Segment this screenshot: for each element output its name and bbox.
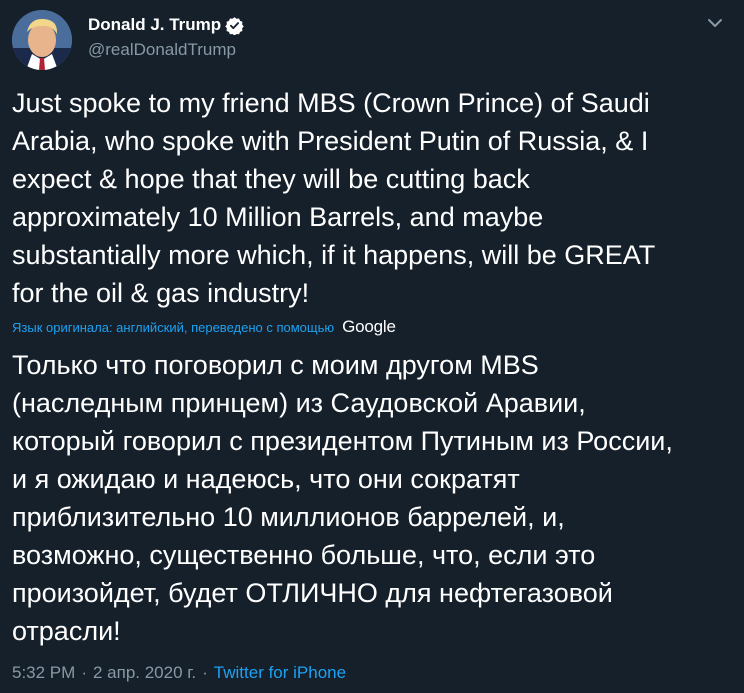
google-logo: Google [342,317,396,336]
chevron-down-icon[interactable] [704,12,726,34]
translation-attribution: Язык оригинала: английский, переведено с… [12,316,396,338]
meta-separator: · [202,663,208,682]
translated-tweet-text: Только что поговорил с моим другом MBS (… [12,350,673,646]
author-handle[interactable]: @realDonaldTrump [88,40,244,60]
tweet-header: Donald J. Trump @realDonaldTrump [12,10,732,70]
display-name[interactable]: Donald J. Trump [88,15,221,35]
tweet-meta: 5:32 PM · 2 апр. 2020 г. · Twitter for i… [12,661,346,685]
tweet-text: Just spoke to my friend MBS (Crown Princ… [12,88,656,308]
tweet-source-link[interactable]: Twitter for iPhone [214,663,346,683]
meta-separator: · [81,663,87,682]
display-name-row: Donald J. Trump [88,14,244,36]
author-names: Donald J. Trump @realDonaldTrump [88,14,244,60]
tweet-time[interactable]: 5:32 PM [12,663,75,683]
avatar-image [12,10,72,70]
verified-badge-icon [225,16,244,36]
avatar[interactable] [12,10,72,70]
tweet-date[interactable]: 2 апр. 2020 г. [93,663,196,683]
translation-label[interactable]: Язык оригинала: английский, переведено с… [12,320,334,335]
tweet-card: Donald J. Trump @realDonaldTrump Just sp… [0,0,744,693]
